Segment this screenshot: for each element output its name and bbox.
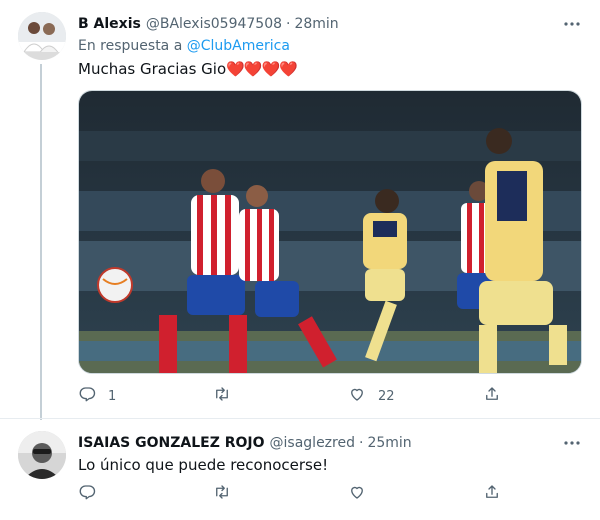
retweet-icon [213, 483, 231, 505]
avatar[interactable] [18, 12, 66, 60]
reply-count: 1 [108, 388, 117, 404]
tweet-photo[interactable] [78, 90, 582, 374]
like-count: 22 [378, 388, 395, 404]
reply-button[interactable]: 1 [78, 386, 116, 406]
tweet-header: B Alexis @BAlexis05947508 · 28min [78, 15, 339, 33]
retweet-icon [213, 385, 231, 407]
separator: · [358, 435, 364, 451]
like-icon [348, 483, 366, 505]
thread-line [40, 64, 42, 420]
author-name[interactable]: ISAIAS GONZALEZ ROJO [78, 435, 265, 451]
avatar[interactable] [18, 431, 66, 479]
timestamp[interactable]: 28min [294, 16, 338, 32]
tweet-text-body: Muchas Gracias Gio [78, 60, 227, 78]
retweet-button[interactable] [213, 484, 243, 504]
tweet-actions: 1 22 [78, 386, 508, 406]
share-button[interactable] [483, 386, 501, 406]
reply-icon [78, 385, 96, 407]
tweet-text: Muchas Gracias Gio❤️❤️❤️❤️ [78, 60, 298, 78]
reply-prefix: En respuesta a [78, 38, 187, 54]
retweet-button[interactable] [213, 386, 243, 406]
author-handle[interactable]: @isaglezred [270, 435, 355, 451]
more-icon[interactable] [562, 433, 582, 453]
share-icon [483, 385, 501, 407]
reply-mention-link[interactable]: @ClubAmerica [187, 38, 290, 54]
share-button[interactable] [483, 484, 501, 504]
reply-context: En respuesta a @ClubAmerica [78, 38, 290, 54]
author-name[interactable]: B Alexis [78, 16, 141, 32]
tweet[interactable]: B Alexis @BAlexis05947508 · 28min En res… [0, 0, 600, 420]
more-icon[interactable] [562, 14, 582, 34]
reply-icon [78, 483, 96, 505]
like-button[interactable]: 22 [348, 386, 395, 406]
reply-button[interactable] [78, 484, 108, 504]
separator: · [286, 16, 291, 32]
share-icon [483, 483, 501, 505]
tweet-text: Lo único que puede reconocerse! [78, 456, 329, 474]
tweet-header: ISAIAS GONZALEZ ROJO @isaglezred · 25min [78, 434, 412, 452]
like-icon [348, 385, 366, 407]
like-button[interactable] [348, 484, 378, 504]
tweet[interactable]: ISAIAS GONZALEZ ROJO @isaglezred · 25min… [0, 418, 600, 520]
author-handle[interactable]: @BAlexis05947508 [146, 16, 282, 32]
timestamp[interactable]: 25min [367, 435, 411, 451]
tweet-actions [78, 484, 508, 504]
heart-emoji: ❤️❤️❤️❤️ [226, 60, 298, 78]
